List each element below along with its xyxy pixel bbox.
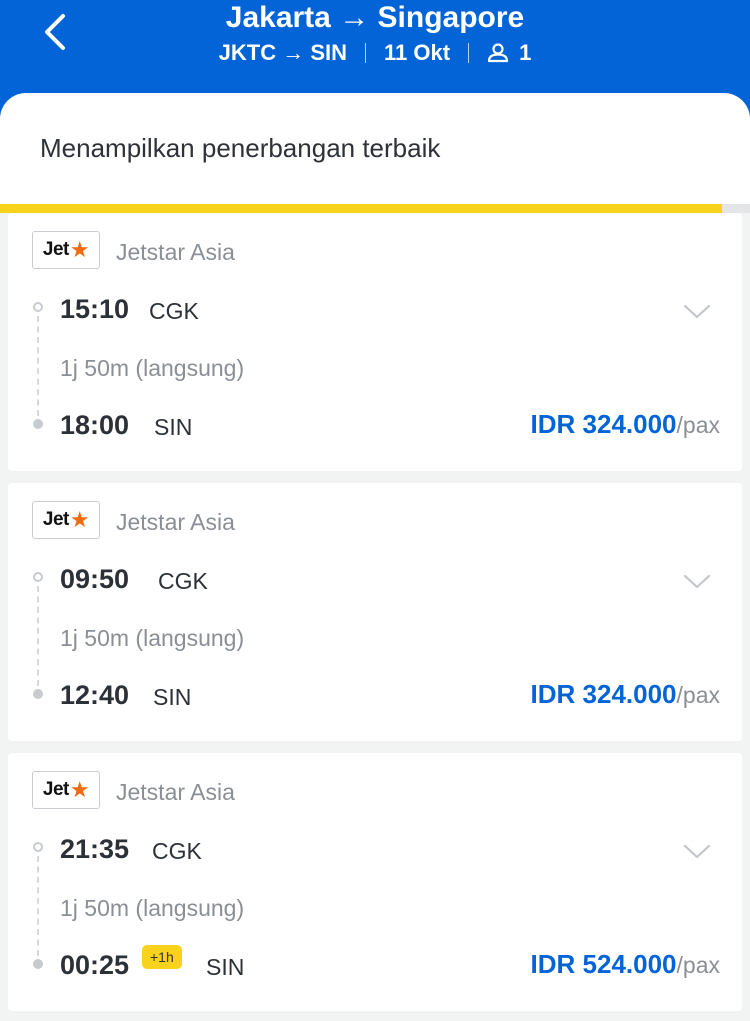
route-line — [37, 316, 39, 416]
passenger-count: 1 — [519, 40, 532, 65]
flight-duration: 1j 50m (langsung) — [60, 355, 245, 381]
flight-price: IDR 324.000/pax — [531, 679, 720, 710]
airline-logo: Jet ★ — [32, 501, 100, 539]
person-icon — [487, 43, 509, 63]
next-day-badge: +1h — [142, 945, 182, 969]
departure-dot — [33, 572, 43, 582]
route-title: Jakarta → Singapore — [225, 1, 525, 34]
logo-text: Jet — [42, 509, 69, 530]
price-unit: /pax — [676, 952, 720, 978]
route-codes: JKTC → SIN — [218, 40, 348, 65]
results-status-panel: Menampilkan penerbangan terbaik — [0, 93, 750, 205]
chevron-down-icon[interactable] — [682, 837, 712, 867]
departure-time: 15:10 — [60, 294, 130, 324]
airline-logo: Jet ★ — [32, 231, 100, 269]
arrival-time: 18:00 — [60, 410, 130, 440]
flight-card[interactable]: Jet ★ Jetstar Asia 09:50 CGK 1j 50m (lang… — [8, 483, 742, 741]
price-unit: /pax — [676, 412, 720, 438]
flight-price: IDR 324.000/pax — [531, 409, 720, 440]
divider — [365, 43, 367, 63]
divider — [468, 43, 470, 63]
star-icon: ★ — [69, 777, 90, 802]
price-amount: IDR 324.000 — [530, 409, 677, 439]
arrival-time: 00:25 — [60, 950, 130, 980]
trip-summary[interactable]: JKTC → SIN 11 Okt 1 — [0, 38, 750, 68]
airline-name: Jetstar Asia — [116, 779, 235, 805]
departure-dot — [33, 302, 43, 312]
departure-airport: CGK — [152, 838, 202, 864]
departure-airport: CGK — [158, 568, 208, 594]
loading-progress-fill — [0, 204, 722, 213]
arrival-airport: SIN — [153, 684, 192, 710]
route-line — [37, 586, 39, 686]
logo-text: Jet — [42, 779, 69, 800]
flight-card[interactable]: Jet ★ Jetstar Asia 15:10 CGK 1j 50m (lang… — [8, 213, 742, 471]
arrival-dot — [33, 419, 43, 429]
arrival-dot — [33, 959, 43, 969]
route-line — [37, 856, 39, 956]
airline-logo: Jet ★ — [32, 771, 100, 809]
departure-time: 21:35 — [60, 834, 130, 864]
star-icon: ★ — [69, 507, 90, 532]
arrival-time: 12:40 — [60, 680, 130, 710]
arrival-airport: SIN — [206, 954, 245, 980]
price-amount: IDR 524.000 — [530, 949, 677, 979]
logo-text: Jet — [42, 239, 69, 260]
departure-dot — [33, 842, 43, 852]
flight-duration: 1j 50m (langsung) — [60, 895, 245, 921]
flight-card[interactable]: Jet ★ Jetstar Asia 21:35 CGK 1j 50m (lang… — [8, 753, 742, 1011]
arrival-airport: SIN — [154, 414, 193, 440]
flight-price: IDR 524.000/pax — [531, 949, 720, 980]
star-icon: ★ — [69, 237, 90, 262]
arrival-dot — [33, 689, 43, 699]
airline-name: Jetstar Asia — [116, 239, 235, 265]
chevron-down-icon[interactable] — [682, 297, 712, 327]
departure-time: 09:50 — [60, 564, 130, 594]
chevron-down-icon[interactable] — [682, 567, 712, 597]
results-status-text: Menampilkan penerbangan terbaik — [40, 133, 441, 163]
loading-progress-bar — [0, 204, 750, 213]
price-amount: IDR 324.000 — [530, 679, 677, 709]
departure-airport: CGK — [149, 298, 199, 324]
travel-date: 11 Okt — [384, 40, 451, 65]
airline-name: Jetstar Asia — [116, 509, 235, 535]
flight-duration: 1j 50m (langsung) — [60, 625, 245, 651]
price-unit: /pax — [676, 682, 720, 708]
